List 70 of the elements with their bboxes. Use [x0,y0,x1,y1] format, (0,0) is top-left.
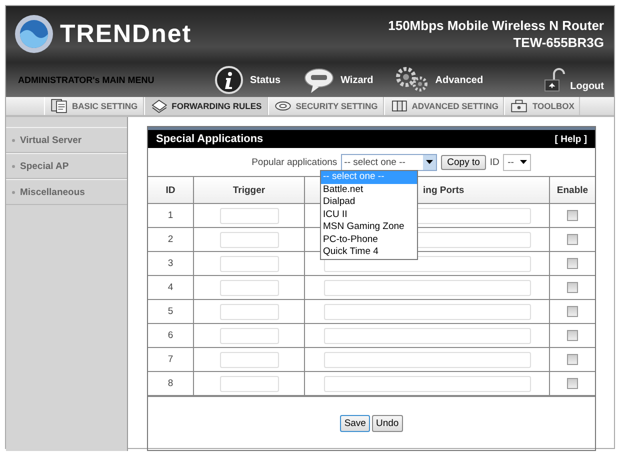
ports-field[interactable] [324,352,530,368]
ports-field[interactable] [324,280,530,296]
popular-label: Popular applications [252,156,338,168]
trigger-field[interactable] [220,232,278,248]
form-button[interactable]: Save [340,415,370,432]
padlock-icon [544,68,566,92]
id-label: ID [490,156,500,168]
panel-title: Special Applications [156,133,264,145]
menu-tab[interactable]: TOOLBOX [504,97,580,115]
info-icon [214,65,244,96]
trigger-field[interactable] [220,208,278,224]
enable-checkbox[interactable] [567,258,578,269]
toolbox-icon [510,97,528,115]
enable-checkbox[interactable] [567,306,578,317]
application-select[interactable]: -- select one -- [341,154,438,170]
help-link[interactable]: [ Help ] [554,134,587,144]
trigger-field[interactable] [220,328,278,344]
dropdown-option[interactable]: MSN Gaming Zone [321,221,417,234]
gears-icon [395,67,430,94]
logout-link[interactable]: Logout [570,81,604,92]
table-cell: 8 [148,372,194,396]
copy-to-button[interactable]: Copy to [441,154,486,170]
nav-link[interactable]: Status [250,74,281,86]
table-cell: 7 [148,348,194,372]
trigger-field[interactable] [220,352,278,368]
ports-field[interactable] [324,304,530,320]
column-header: ID [148,177,194,204]
table-cell: 3 [148,252,194,276]
caret-icon [426,160,434,164]
caret-icon [520,160,528,164]
sidebar-item[interactable]: Miscellaneous [6,179,127,205]
table-cell: 5 [148,300,194,324]
model-name: TEW-655BR3G [512,34,604,51]
enable-checkbox[interactable] [567,234,578,245]
nav-link[interactable]: Advanced [435,74,484,86]
column-header: Enable [550,177,595,204]
trigger-field[interactable] [220,256,278,272]
brand-logo: TRENDnet [60,20,192,48]
pages-icon [150,97,168,115]
logo-icon [14,14,54,54]
enable-checkbox[interactable] [567,330,578,341]
form-button[interactable]: Undo [372,415,403,432]
table-cell: 2 [148,228,194,252]
menu-tab[interactable]: SECURITY SETTING [268,97,384,115]
table-cell: 6 [148,324,194,348]
sidebar-item[interactable]: Virtual Server [6,127,127,153]
id-select[interactable]: -- [503,154,532,170]
enable-checkbox[interactable] [567,354,578,365]
nav-link[interactable]: Wizard [340,74,374,86]
enable-checkbox[interactable] [567,378,578,389]
sidebar-item[interactable]: Special AP [6,153,127,179]
trigger-field[interactable] [220,280,278,296]
menu-tab[interactable]: BASIC SETTING [44,97,144,115]
column-header: Trigger [194,177,304,204]
enable-checkbox[interactable] [567,210,578,221]
trigger-field[interactable] [220,304,278,320]
dropdown-option[interactable]: Battle.net [321,184,417,196]
menu-title: ADMINISTRATOR's MAIN MENU [18,75,156,86]
documents-icon [50,97,68,115]
trigger-field[interactable] [220,376,278,392]
ports-field[interactable] [324,328,530,344]
menu-tab[interactable]: ADVANCED SETTING [384,97,504,115]
ports-field[interactable] [324,376,530,392]
speech-bubble-icon [302,66,335,94]
dropdown-option[interactable]: Quick Time 4 [321,246,417,258]
enable-checkbox[interactable] [567,282,578,293]
product-name: 150Mbps Mobile Wireless N Router [388,17,604,34]
table-cell: 1 [148,204,194,228]
table-cell: 4 [148,276,194,300]
menu-tab[interactable]: FORWARDING RULES [144,97,268,115]
